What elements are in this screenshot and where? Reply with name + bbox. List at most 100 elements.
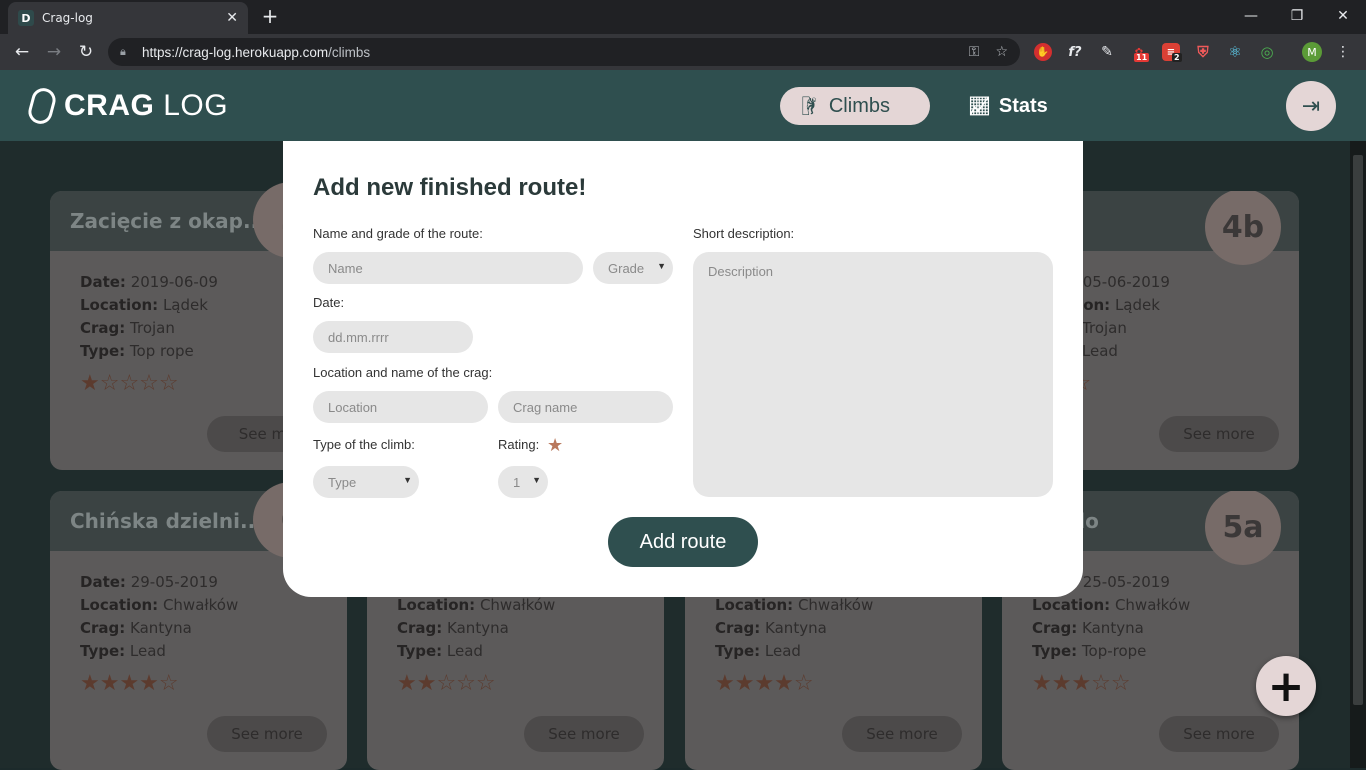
add-route-modal: Add new finished route! Name and grade o… [283, 141, 1083, 597]
dropdown-arrow-icon: ▼ [403, 475, 412, 485]
window-close-icon[interactable]: ✕ [1320, 2, 1366, 30]
location-crag-label: Location and name of the crag: [313, 365, 493, 380]
extension-badge-icon[interactable]: 11 ✿ [1130, 43, 1150, 62]
modal-title: Add new finished route! [313, 174, 587, 201]
route-name: Zacięcie z okap... [70, 209, 266, 233]
reload-icon[interactable]: ↻ [74, 40, 98, 64]
back-icon[interactable]: ← [10, 40, 34, 64]
logout-icon: ⇥ [1301, 93, 1321, 119]
route-type: Top rope [129, 342, 194, 360]
grade-badge: 5a [1205, 491, 1281, 565]
app-header: CRAG LOG 🧗︎ Climbs 📈︎ Stats ⇥ [0, 70, 1366, 141]
date-label: Date: [313, 295, 345, 310]
nav-stats-button[interactable]: 📈︎ Stats [950, 87, 1060, 125]
dropdown-arrow-icon: ▼ [657, 261, 666, 271]
scrollbar-thumb[interactable] [1353, 155, 1363, 705]
name-grade-label: Name and grade of the route: [313, 226, 483, 241]
minimize-icon[interactable]: — [1228, 2, 1274, 30]
route-date: 25-05-2019 [1082, 573, 1170, 591]
grade-select-value: Grade [608, 260, 645, 276]
add-route-button[interactable]: Add route [608, 517, 758, 567]
dropdown-arrow-icon: ▼ [532, 475, 541, 485]
browser-toolbar: ← → ↻ 🔒︎ https://crag-log.herokuapp.com/… [0, 34, 1366, 70]
rating-select-value: 1 [513, 474, 521, 490]
see-more-button[interactable]: See more [842, 716, 962, 752]
rating-select[interactable]: 1 ▼ [498, 466, 548, 498]
url-text: https://crag-log.herokuapp.com/climbs [142, 44, 371, 60]
see-more-button[interactable]: See more [207, 716, 327, 752]
climber-icon: 🧗︎ [798, 95, 821, 116]
lock-icon: 🔒︎ [120, 45, 126, 58]
route-crag: Kantyna [765, 619, 827, 637]
grade-badge: 4b [1205, 191, 1281, 265]
logo-light-text: LOG [163, 89, 229, 122]
browser-tab-bar: D Crag-log ✕ + — ❐ ✕ [0, 0, 1366, 34]
route-crag: Trojan [1082, 319, 1127, 337]
route-crag: Kantyna [130, 619, 192, 637]
star-rating-icon: ★★★☆☆ [1032, 671, 1131, 696]
route-type: Lead [129, 642, 166, 660]
plus-icon: + [1267, 660, 1305, 712]
add-climb-button[interactable]: + [1256, 656, 1316, 716]
route-type: Top-rope [1081, 642, 1147, 660]
carabiner-icon [25, 85, 59, 127]
see-more-button[interactable]: See more [1159, 416, 1279, 452]
tab-title: Crag-log [42, 11, 93, 25]
route-crag: Kantyna [1082, 619, 1144, 637]
star-rating-icon: ★★★★☆ [80, 671, 179, 696]
route-location: Lądek [162, 296, 208, 314]
route-location: Chwałków [162, 596, 239, 614]
adblock-extension-icon[interactable]: ✋ [1034, 43, 1052, 61]
eyedropper-extension-icon[interactable]: ✎ [1098, 43, 1116, 61]
route-location: Chwałków [479, 596, 556, 614]
route-location: Lądek [1114, 296, 1160, 314]
location-input[interactable]: Location [313, 391, 488, 423]
route-location: Chwałków [1114, 596, 1191, 614]
nav-stats-label: Stats [998, 94, 1048, 117]
type-select[interactable]: Type ▼ [313, 466, 419, 498]
description-label: Short description: [693, 226, 795, 241]
key-icon[interactable]: ⚿ [969, 44, 980, 60]
star-rating-icon: ★★★★☆ [715, 671, 814, 696]
bookmark-star-icon[interactable]: ☆ [995, 44, 1008, 60]
grade-select[interactable]: Grade ▼ [593, 252, 673, 284]
nav-climbs-label: Climbs [828, 94, 890, 117]
logout-button[interactable]: ⇥ [1286, 81, 1336, 131]
favicon-icon: D [18, 10, 34, 26]
logo-bold-text: CRAG [64, 89, 155, 122]
new-tab-icon[interactable]: + [258, 4, 282, 28]
crag-name-input[interactable]: Crag name [498, 391, 673, 423]
profile-avatar[interactable]: M [1302, 42, 1322, 62]
react-devtools-icon[interactable]: ⚛ [1226, 43, 1244, 61]
restore-icon[interactable]: ❐ [1274, 2, 1320, 30]
address-bar[interactable]: 🔒︎ https://crag-log.herokuapp.com/climbs… [108, 38, 1020, 66]
route-name-input[interactable]: Name [313, 252, 583, 284]
see-more-button[interactable]: See more [524, 716, 644, 752]
font-extension-icon[interactable]: f? [1066, 43, 1084, 61]
rating-star-icon: ★ [547, 435, 564, 456]
date-input[interactable]: dd.mm.rrrr [313, 321, 473, 353]
todoist-extension-icon[interactable]: 2 ≡ [1162, 43, 1182, 62]
shield-extension-icon[interactable]: ⛨ [1194, 43, 1212, 61]
see-more-button[interactable]: See more [1159, 716, 1279, 752]
route-date: 2019-06-09 [130, 273, 218, 291]
browser-tab[interactable]: D Crag-log ✕ [8, 2, 248, 34]
app-logo[interactable]: CRAG LOG [25, 85, 229, 127]
route-crag: Trojan [130, 319, 175, 337]
star-rating-icon: ★☆☆☆☆ [80, 371, 179, 396]
route-name: Chińska dzielni... [70, 509, 263, 533]
circle-extension-icon[interactable]: ◎ [1258, 43, 1276, 61]
rating-label: Rating: [498, 437, 540, 452]
star-rating-icon: ★★☆☆☆ [397, 671, 496, 696]
route-type: Lead [1081, 342, 1118, 360]
page-scrollbar[interactable] [1350, 141, 1366, 768]
route-crag: Kantyna [447, 619, 509, 637]
route-type: Lead [446, 642, 483, 660]
nav-climbs-button[interactable]: 🧗︎ Climbs [780, 87, 930, 125]
forward-icon[interactable]: → [42, 40, 66, 64]
browser-menu-icon[interactable]: ⋮ [1336, 44, 1350, 60]
tab-close-icon[interactable]: ✕ [226, 10, 238, 26]
chart-line-icon: 📈︎ [968, 95, 991, 116]
route-type: Lead [764, 642, 801, 660]
description-textarea[interactable]: Description [693, 252, 1053, 497]
